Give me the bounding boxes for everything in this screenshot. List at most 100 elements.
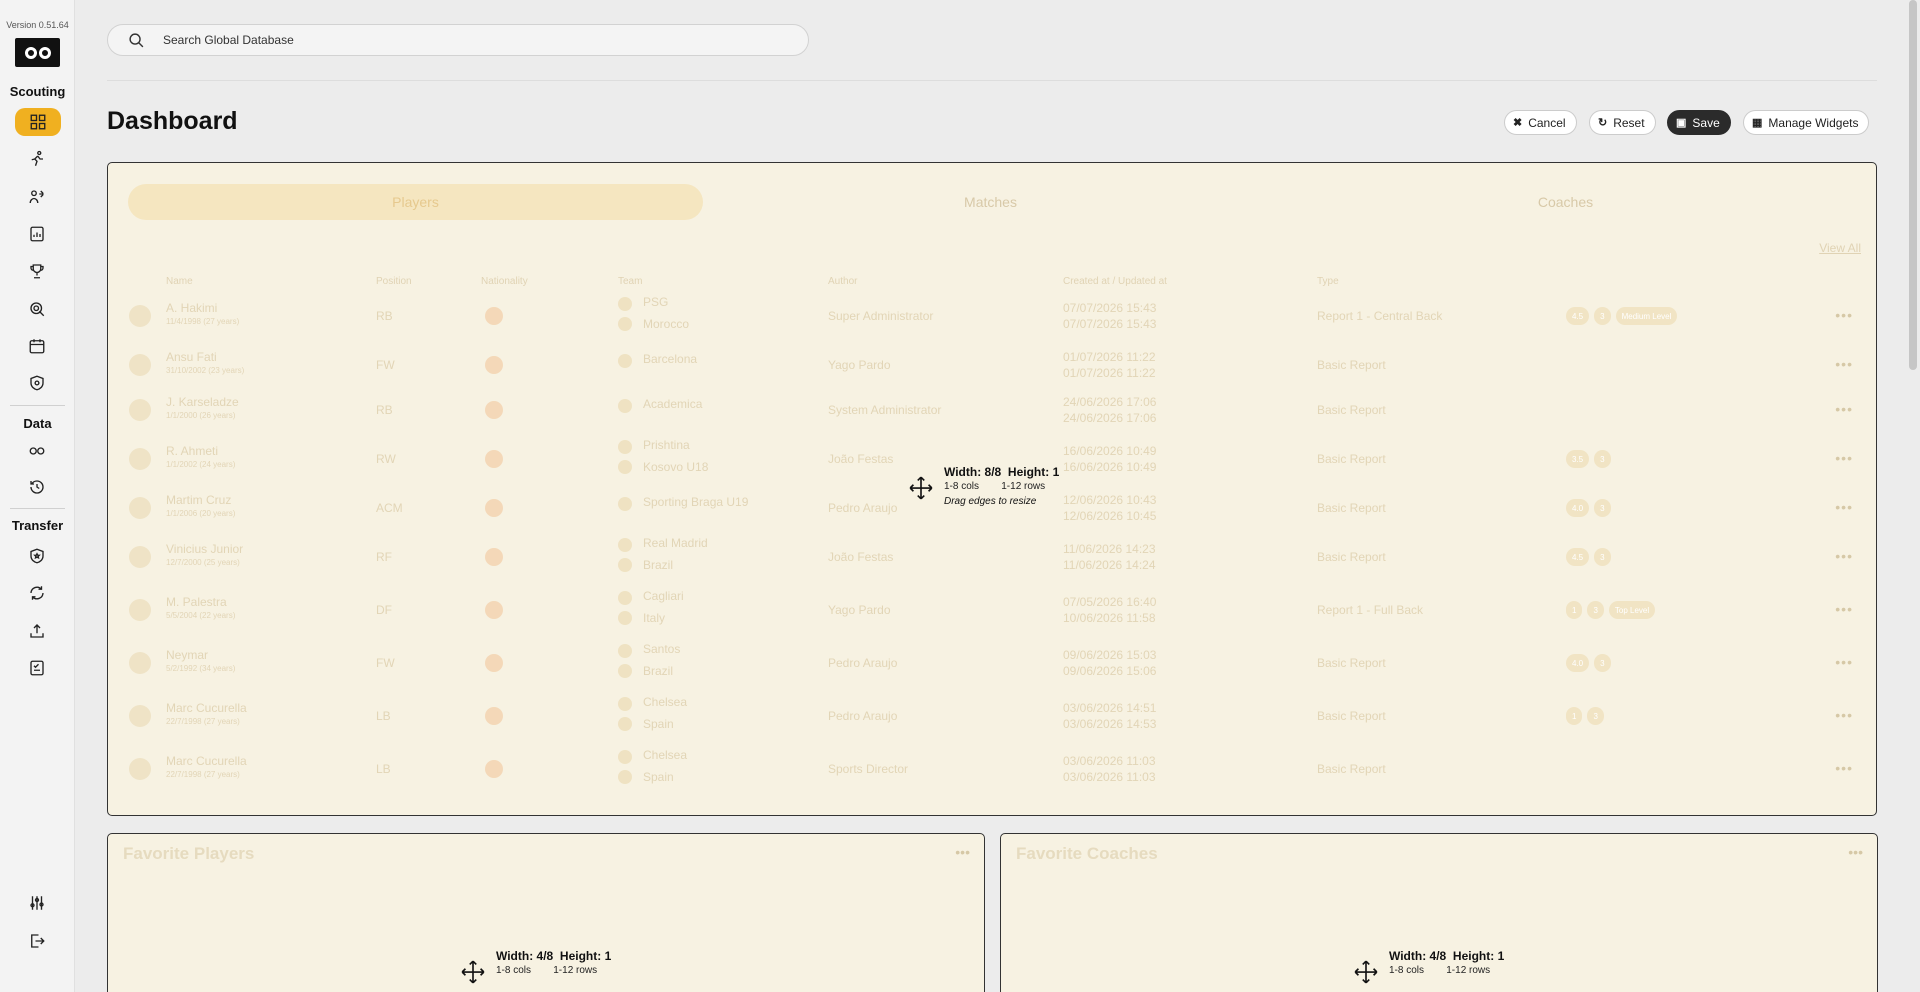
player-name[interactable]: J. Karseladze: [166, 395, 239, 409]
row-more-options-icon[interactable]: •••: [1835, 654, 1853, 670]
global-search[interactable]: [107, 24, 809, 56]
national-team-name: Spain: [643, 717, 674, 731]
player-name[interactable]: Ansu Fati: [166, 350, 217, 364]
player-name[interactable]: Marc Cucurella: [166, 701, 247, 715]
more-options-icon[interactable]: •••: [955, 844, 970, 860]
created-at: 12/06/2026 10:43: [1063, 493, 1157, 507]
report-badges: 4.5 3 Medium Level: [1566, 307, 1678, 325]
settings-sliders-icon[interactable]: [22, 890, 52, 916]
player-position: RB: [376, 403, 393, 417]
created-at: 01/07/2026 11:22: [1063, 350, 1156, 364]
club-shield-icon[interactable]: [22, 543, 52, 569]
player-name[interactable]: R. Ahmeti: [166, 444, 218, 458]
column-header-nationality[interactable]: Nationality: [481, 276, 528, 287]
national-team-name: Brazil: [643, 664, 674, 678]
resize-indicator[interactable]: Width: 4/8 Height: 1 1-8 cols 1-12 rows: [1353, 949, 1504, 985]
rating-badge: 3: [1594, 450, 1611, 468]
team-name: PSG: [643, 295, 669, 309]
database-link-icon[interactable]: [22, 438, 52, 464]
team-name: Academica: [643, 397, 703, 411]
player-running-icon[interactable]: [22, 146, 52, 172]
transfer-exchange-icon[interactable]: [22, 580, 52, 606]
row-more-options-icon[interactable]: •••: [1835, 450, 1853, 466]
cancel-button[interactable]: ✖ Cancel: [1504, 110, 1577, 135]
calendar-icon[interactable]: [22, 333, 52, 359]
rows-range: 1-12 rows: [1001, 481, 1046, 492]
app-logo[interactable]: [15, 38, 60, 67]
row-more-options-icon[interactable]: •••: [1835, 760, 1853, 776]
table-row[interactable]: A. Hakimi 11/4/1998 (27 years) RB PSG Morocc…: [108, 293, 1876, 343]
checklist-icon[interactable]: [22, 655, 52, 681]
rating-badge: 4.5: [1566, 548, 1590, 566]
rating-badge: 1: [1566, 707, 1583, 725]
trophy-icon[interactable]: [22, 258, 52, 284]
column-header-name[interactable]: Name: [166, 276, 193, 287]
row-more-options-icon[interactable]: •••: [1835, 499, 1853, 515]
logout-icon[interactable]: [22, 928, 52, 954]
column-header-author[interactable]: Author: [828, 276, 857, 287]
row-more-options-icon[interactable]: •••: [1835, 707, 1853, 723]
floppy-disk-icon: ▣: [1676, 117, 1687, 129]
tab-players[interactable]: Players: [128, 184, 703, 220]
row-more-options-icon[interactable]: •••: [1835, 601, 1853, 617]
player-dob: 11/4/1998 (27 years): [166, 317, 240, 326]
tab-coaches[interactable]: Coaches: [1278, 184, 1853, 220]
view-all-link[interactable]: View All: [1819, 241, 1861, 255]
column-header-position[interactable]: Position: [376, 276, 412, 287]
row-more-options-icon[interactable]: •••: [1835, 401, 1853, 417]
player-name[interactable]: Vinicius Junior: [166, 542, 243, 556]
search-input[interactable]: [163, 33, 763, 47]
row-more-options-icon[interactable]: •••: [1835, 307, 1853, 323]
tab-matches[interactable]: Matches: [703, 184, 1278, 220]
column-header-team[interactable]: Team: [618, 276, 642, 287]
shield-settings-icon[interactable]: [22, 370, 52, 396]
table-row[interactable]: J. Karseladze 1/1/2000 (26 years) RB Academ…: [108, 387, 1876, 437]
rating-badge: 1: [1566, 601, 1583, 619]
recent-reports-widget[interactable]: Players Matches Coaches View All Name Po…: [107, 162, 1877, 816]
favorite-players-widget[interactable]: Favorite Players ••• Width: 4/8 Height: …: [107, 833, 985, 992]
row-more-options-icon[interactable]: •••: [1835, 356, 1853, 372]
manage-widgets-button[interactable]: ▦ Manage Widgets: [1743, 110, 1870, 135]
table-row[interactable]: Ansu Fati 31/10/2002 (23 years) FW Barcelon…: [108, 342, 1876, 392]
player-name[interactable]: A. Hakimi: [166, 301, 217, 315]
height-label: Height: 1: [1452, 949, 1505, 963]
player-dob: 31/10/2002 (23 years): [166, 366, 245, 375]
target-scout-icon[interactable]: [22, 296, 52, 322]
report-type: Basic Report: [1317, 452, 1386, 466]
table-row[interactable]: M. Palestra 5/5/2004 (22 years) DF Cagliari…: [108, 587, 1876, 637]
player-position: FW: [376, 358, 395, 372]
avatar: [129, 354, 151, 376]
column-header-type[interactable]: Type: [1317, 276, 1339, 287]
resize-indicator[interactable]: Width: 8/8 Height: 1 1-8 cols 1-12 rows …: [908, 465, 1059, 507]
rating-badge: 4.0: [1566, 499, 1590, 517]
table-row[interactable]: Neymar 5/2/1992 (34 years) FW Santos Brazil P…: [108, 640, 1876, 690]
row-more-options-icon[interactable]: •••: [1835, 548, 1853, 564]
resize-indicator[interactable]: Width: 4/8 Height: 1 1-8 cols 1-12 rows: [460, 949, 611, 985]
save-button[interactable]: ▣ Save: [1667, 110, 1731, 135]
table-row[interactable]: Marc Cucurella 22/7/1998 (27 years) LB Chel…: [108, 693, 1876, 743]
coach-whistle-icon[interactable]: [22, 184, 52, 210]
player-dob: 1/1/2006 (20 years): [166, 509, 236, 518]
more-options-icon[interactable]: •••: [1848, 844, 1863, 860]
dashboard-icon[interactable]: [15, 108, 61, 136]
page-scrollbar[interactable]: [1909, 0, 1917, 370]
reports-icon[interactable]: [22, 221, 52, 247]
history-icon[interactable]: [22, 474, 52, 500]
table-row[interactable]: Marc Cucurella 22/7/1998 (27 years) LB Chel…: [108, 746, 1876, 796]
column-header-created-updated[interactable]: Created at / Updated at: [1063, 276, 1167, 287]
avatar: [129, 705, 151, 727]
reset-button[interactable]: ↻ Reset: [1589, 110, 1656, 135]
favorite-coaches-widget[interactable]: Favorite Coaches ••• Width: 4/8 Height: …: [1000, 833, 1878, 992]
created-at: 16/06/2026 10:49: [1063, 444, 1157, 458]
player-name[interactable]: Martim Cruz: [166, 493, 231, 507]
player-dob: 22/7/1998 (27 years): [166, 717, 240, 726]
width-label: Width: 4/8: [1389, 949, 1447, 963]
table-row[interactable]: Vinicius Junior 12/7/2000 (25 years) RF Rea…: [108, 534, 1876, 584]
player-name[interactable]: Marc Cucurella: [166, 754, 247, 768]
rating-badge: 3: [1587, 707, 1604, 725]
upload-icon[interactable]: [22, 618, 52, 644]
player-name[interactable]: Neymar: [166, 648, 208, 662]
player-name[interactable]: M. Palestra: [166, 595, 227, 609]
cols-range: 1-8 cols: [496, 965, 532, 976]
avatar: [129, 497, 151, 519]
